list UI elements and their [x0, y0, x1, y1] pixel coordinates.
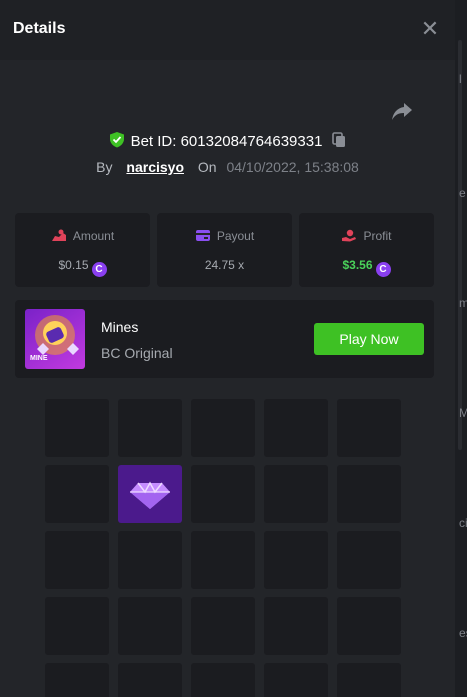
mine-cell: [45, 465, 109, 523]
side-fragment: ci: [459, 516, 467, 530]
bet-id-value: 60132084764639331: [180, 133, 323, 150]
profit-value-row: $3.56 C: [299, 258, 434, 277]
mine-cell: [337, 597, 401, 655]
profit-label-row: Profit: [299, 229, 434, 243]
profit-icon: [342, 229, 357, 242]
bet-id-label: Bet ID:: [130, 133, 177, 150]
game-provider: BC Original: [101, 345, 173, 361]
share-icon[interactable]: [390, 100, 414, 122]
profit-label: Profit: [363, 229, 392, 243]
thumb-label: MINE: [30, 355, 48, 362]
mine-cell: [264, 399, 328, 457]
mine-cell: [337, 399, 401, 457]
profit-card: Profit $3.56 C: [299, 213, 434, 287]
mine-cell: [191, 663, 255, 697]
scrollbar[interactable]: [458, 40, 462, 450]
coin-icon: C: [375, 262, 391, 277]
amount-label: Amount: [72, 229, 115, 243]
mine-cell: [337, 663, 401, 697]
mine-cell: [118, 663, 182, 697]
mine-cell: [337, 531, 401, 589]
close-icon[interactable]: ✕: [419, 18, 441, 40]
side-fragment: M: [459, 406, 467, 420]
mine-cell: [264, 597, 328, 655]
bet-id-line: Bet ID: 60132084764639331: [0, 131, 455, 150]
payout-value: 24.75 x: [204, 258, 245, 272]
mine-cell: [45, 399, 109, 457]
mine-cell: [118, 597, 182, 655]
copy-icon[interactable]: [332, 132, 346, 148]
panel-title: Details: [13, 20, 66, 37]
payout-card: Payout 24.75 x: [157, 213, 292, 287]
coin-icon: C: [91, 262, 107, 277]
mine-cell: [45, 663, 109, 697]
mine-cell: [264, 465, 328, 523]
side-fragment: m: [459, 296, 467, 310]
bet-datetime: 04/10/2022, 15:38:08: [226, 159, 359, 175]
side-fragment: e: [459, 186, 466, 200]
amount-icon: [51, 229, 66, 241]
game-name: Mines: [101, 319, 139, 335]
game-card: MINE Mines BC Original Play Now: [15, 300, 434, 378]
mine-cell: [337, 465, 401, 523]
payout-icon: [195, 230, 210, 241]
background-page-edge: l e m M ci es: [455, 0, 467, 697]
mine-cell-gem: [118, 465, 182, 523]
mine-cell: [45, 597, 109, 655]
mine-cell: [118, 399, 182, 457]
mine-cell: [45, 531, 109, 589]
on-label: On: [197, 159, 217, 175]
amount-label-row: Amount: [15, 229, 150, 243]
side-fragment: es: [459, 626, 467, 640]
shield-check-icon: [109, 132, 124, 148]
payout-label-row: Payout: [157, 229, 292, 243]
mine-cell: [191, 597, 255, 655]
amount-card: Amount $0.15 C: [15, 213, 150, 287]
mines-game-thumbnail[interactable]: MINE: [25, 309, 85, 369]
profit-value: $3.56: [342, 258, 373, 272]
amount-value: $0.15: [58, 258, 89, 272]
mine-cell: [264, 663, 328, 697]
username-link[interactable]: narcisyo: [126, 159, 184, 175]
mine-cell: [191, 399, 255, 457]
amount-value-row: $0.15 C: [15, 258, 150, 277]
diamond-icon: [130, 481, 170, 509]
by-label: By: [96, 159, 113, 175]
panel-header: Details ✕: [0, 0, 455, 60]
mine-cell: [264, 531, 328, 589]
mines-grid: [45, 399, 402, 697]
mine-cell: [191, 531, 255, 589]
bet-by-line: By narcisyo On 04/10/2022, 15:38:08: [0, 159, 455, 175]
payout-label: Payout: [216, 229, 255, 243]
mine-cell: [118, 531, 182, 589]
play-now-button[interactable]: Play Now: [314, 323, 424, 355]
bet-details-panel: Details ✕ Bet ID: 60132084764639331 By n…: [0, 0, 455, 697]
side-fragment: l: [459, 72, 462, 86]
mine-cell: [191, 465, 255, 523]
